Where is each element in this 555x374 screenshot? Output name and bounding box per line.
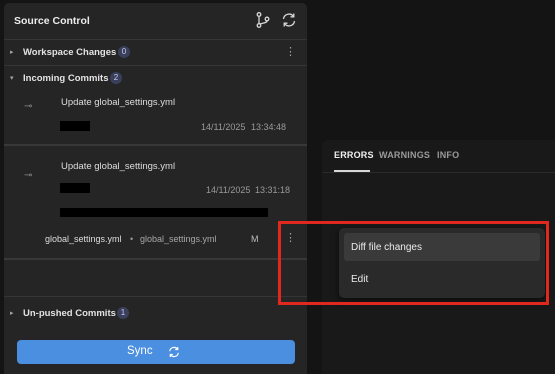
separator-dot: •: [130, 234, 134, 244]
count-badge: 0: [118, 46, 130, 58]
section-label: Workspace Changes: [23, 47, 117, 58]
commit-time: 13:31:18: [255, 185, 291, 195]
section-unpushed-commits[interactable]: ▸ Un-pushed Commits 1: [4, 301, 307, 327]
divider: [4, 258, 307, 260]
git-branch-icon[interactable]: [254, 11, 272, 29]
commit-icon: ⊸: [24, 170, 33, 181]
count-badge: 2: [110, 72, 122, 84]
chevron-down-icon: ▾: [10, 75, 14, 82]
divider: [4, 296, 307, 297]
commit-time: 13:34:48: [251, 122, 287, 132]
sync-button[interactable]: Sync: [17, 340, 295, 364]
sync-label: Sync: [127, 345, 153, 357]
commit-icon: ⊸: [24, 101, 33, 112]
section-label: Un-pushed Commits: [23, 308, 116, 319]
section-label: Incoming Commits: [23, 73, 109, 84]
divider: [322, 172, 555, 173]
chevron-right-icon: ▸: [10, 310, 14, 317]
commit-message: Update global_settings.yml: [61, 97, 176, 108]
redacted-author: [60, 183, 90, 193]
divider: [4, 144, 307, 146]
section-workspace-changes[interactable]: ▸ Workspace Changes 0 ⋮: [4, 40, 307, 66]
highlight-annotation: [278, 221, 549, 305]
panel-header: Source Control: [4, 3, 307, 40]
file-name: global_settings.yml: [45, 234, 122, 244]
refresh-icon[interactable]: [280, 11, 298, 29]
commit-message: Update global_settings.yml: [61, 161, 176, 172]
section-incoming-commits[interactable]: ▾ Incoming Commits 2: [4, 66, 307, 92]
file-path: global_settings.yml: [140, 234, 217, 244]
refresh-icon: [167, 345, 181, 364]
commit-date: 14/11/2025: [201, 122, 246, 132]
chevron-right-icon: ▸: [10, 49, 14, 56]
redacted-description: [60, 208, 268, 217]
more-options-icon[interactable]: ⋮: [285, 47, 296, 58]
redacted-author: [60, 121, 90, 131]
panel-title: Source Control: [14, 15, 90, 27]
file-status: M: [251, 234, 259, 244]
tab-info[interactable]: INFO: [437, 150, 459, 160]
tab-errors[interactable]: ERRORS: [334, 150, 374, 160]
commit-date: 14/11/2025: [206, 185, 251, 195]
source-control-panel: Source Control ▸ Workspace Changes 0 ⋮ ▾…: [4, 3, 307, 374]
count-badge: 1: [117, 307, 129, 319]
tab-warnings[interactable]: WARNINGS: [379, 150, 430, 160]
